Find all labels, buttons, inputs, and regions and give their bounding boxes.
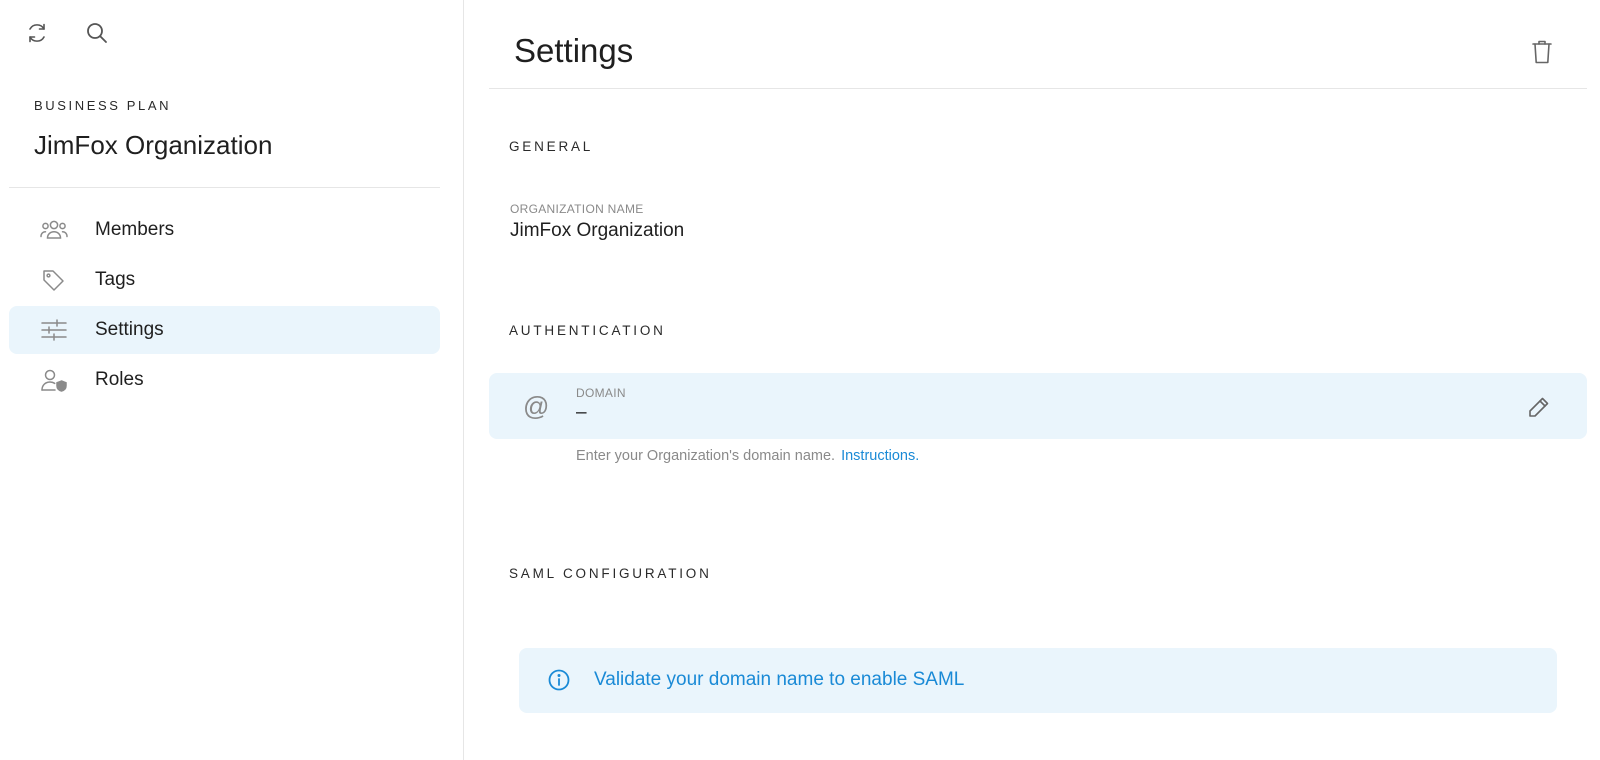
at-icon: @ xyxy=(523,391,550,421)
sidebar-nav: Members Tags Settings Roles xyxy=(9,206,440,406)
section-title-saml: SAML CONFIGURATION xyxy=(509,566,712,581)
domain-label: DOMAIN xyxy=(576,386,626,400)
domain-value: – xyxy=(576,402,587,423)
sidebar: BUSINESS PLAN JimFox Organization Member… xyxy=(0,0,464,760)
plan-label: BUSINESS PLAN xyxy=(34,98,172,113)
tag-icon xyxy=(40,268,68,292)
banner-message: Validate your domain name to enable SAML xyxy=(594,669,965,690)
user-shield-icon xyxy=(40,368,68,392)
sidebar-item-tags[interactable]: Tags xyxy=(9,256,440,304)
sidebar-item-label: Members xyxy=(95,219,175,240)
sidebar-item-settings[interactable]: Settings xyxy=(9,306,440,354)
instructions-link[interactable]: Instructions. xyxy=(841,448,919,464)
refresh-icon[interactable] xyxy=(24,20,50,46)
sidebar-toolbar xyxy=(24,20,110,46)
section-title-general: GENERAL xyxy=(509,139,594,154)
header-divider xyxy=(489,88,1587,89)
main-content: Settings GENERAL ORGANIZATION NAME JimFo… xyxy=(464,0,1600,760)
trash-icon[interactable] xyxy=(1528,38,1556,66)
info-icon xyxy=(547,668,571,692)
sidebar-item-members[interactable]: Members xyxy=(9,206,440,254)
sidebar-item-label: Roles xyxy=(95,369,144,390)
sidebar-item-label: Settings xyxy=(95,319,164,340)
helper-text: Enter your Organization's domain name. xyxy=(576,448,836,464)
pencil-icon[interactable] xyxy=(1525,393,1553,421)
sidebar-divider xyxy=(9,187,440,188)
organization-name-value: JimFox Organization xyxy=(510,220,685,241)
saml-info-banner: Validate your domain name to enable SAML xyxy=(519,648,1557,713)
sidebar-item-label: Tags xyxy=(95,269,136,290)
organization-name-label: ORGANIZATION NAME xyxy=(510,202,644,216)
section-title-authentication: AUTHENTICATION xyxy=(509,323,666,338)
members-icon xyxy=(40,218,68,242)
organization-name: JimFox Organization xyxy=(34,130,273,160)
page-title: Settings xyxy=(514,32,634,69)
domain-helper-text: Enter your Organization's domain name. In… xyxy=(576,448,919,464)
domain-field[interactable]: @ DOMAIN – xyxy=(489,373,1587,439)
sliders-icon xyxy=(40,318,68,342)
search-icon[interactable] xyxy=(84,20,110,46)
sidebar-item-roles[interactable]: Roles xyxy=(9,356,440,404)
